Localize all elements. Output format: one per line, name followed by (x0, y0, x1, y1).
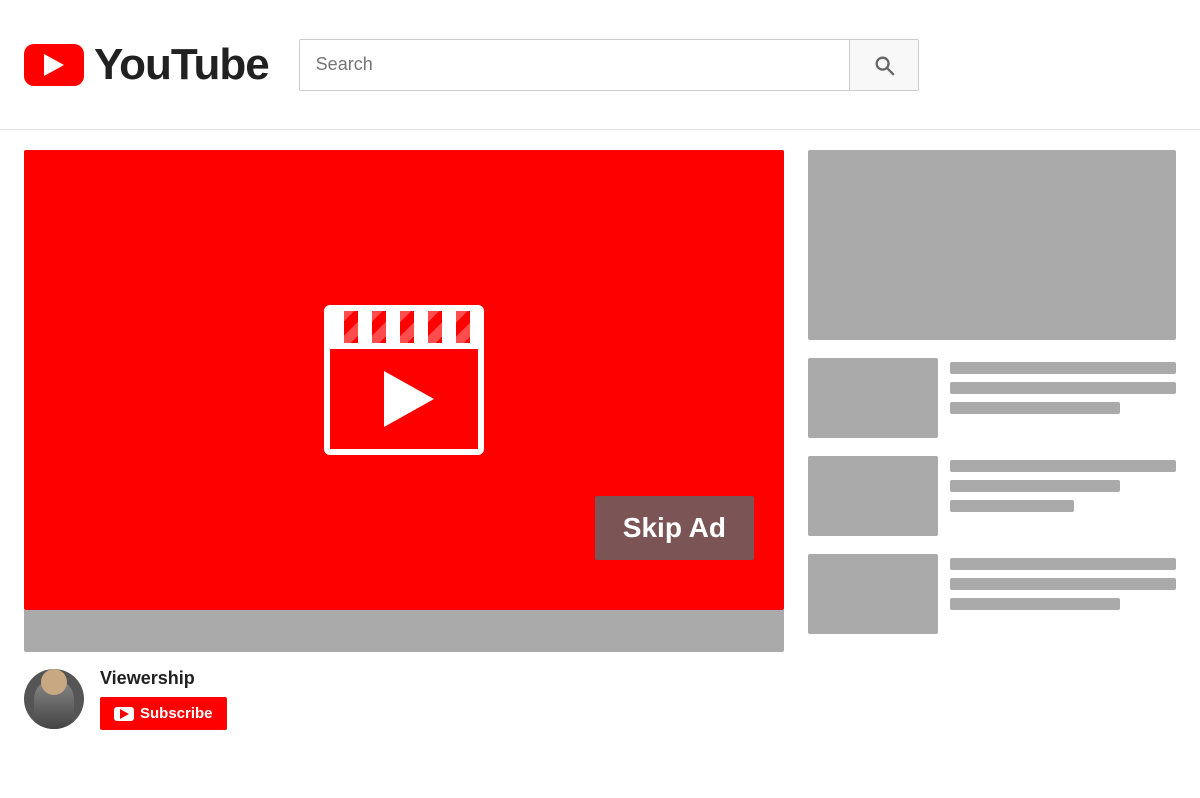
channel-name: Viewership (100, 668, 227, 689)
rec-title-line (950, 558, 1176, 570)
video-progress-bar[interactable] (24, 610, 784, 652)
rec-title-line2 (950, 480, 1120, 492)
rec-title-line (950, 362, 1176, 374)
channel-name-area: Viewership Subscribe (100, 668, 227, 730)
yt-play-icon (24, 44, 84, 86)
film-clapper-icon (324, 305, 484, 455)
rec-thumbnail (808, 358, 938, 438)
header: YouTube (0, 0, 1200, 130)
search-icon (873, 54, 895, 76)
rec-thumbnail (808, 554, 938, 634)
play-triangle-icon (384, 371, 434, 427)
subscribe-label: Subscribe (140, 705, 213, 722)
youtube-logo-icon (24, 44, 84, 86)
rec-meta-line (950, 598, 1120, 610)
search-button[interactable] (849, 39, 919, 91)
avatar-head (41, 669, 67, 695)
rec-info (950, 358, 1176, 414)
logo-area: YouTube (24, 40, 269, 90)
left-column: Skip Ad Viewership Subscribe (24, 150, 784, 778)
subscribe-yt-icon (114, 707, 134, 721)
rec-info (950, 554, 1176, 610)
main-content: Skip Ad Viewership Subscribe (0, 130, 1200, 798)
rec-meta-line (950, 500, 1074, 512)
avatar (24, 669, 84, 729)
subscribe-button[interactable]: Subscribe (100, 697, 227, 730)
skip-ad-button[interactable]: Skip Ad (595, 496, 754, 560)
search-area (299, 39, 919, 91)
search-input[interactable] (299, 39, 849, 91)
rec-title-line2 (950, 382, 1176, 394)
logo-text: YouTube (94, 40, 269, 90)
list-item[interactable] (808, 456, 1176, 536)
right-column (808, 150, 1176, 778)
rec-title-line2 (950, 578, 1176, 590)
ad-banner (808, 150, 1176, 340)
rec-meta-line (950, 402, 1120, 414)
film-clapper-top (330, 311, 478, 349)
video-player[interactable]: Skip Ad (24, 150, 784, 610)
video-placeholder-icon (324, 305, 484, 455)
channel-info: Viewership Subscribe (24, 652, 784, 730)
rec-thumbnail (808, 456, 938, 536)
list-item[interactable] (808, 554, 1176, 634)
rec-title-line (950, 460, 1176, 472)
rec-info (950, 456, 1176, 512)
film-clapper-body (330, 349, 478, 449)
avatar-figure (34, 679, 74, 729)
list-item[interactable] (808, 358, 1176, 438)
